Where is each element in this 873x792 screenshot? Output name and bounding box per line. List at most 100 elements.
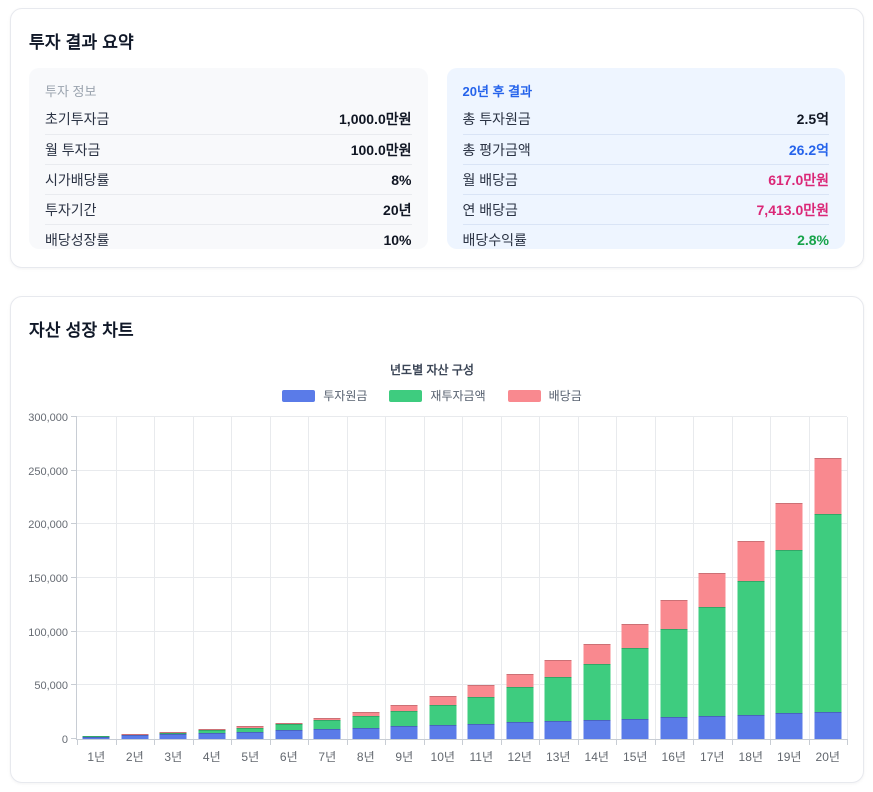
bar-column-19년[interactable] bbox=[776, 417, 803, 739]
bar-segment-재투자금액 bbox=[737, 581, 764, 715]
bar-column-5년[interactable] bbox=[237, 417, 264, 739]
bar-segment-투자원금 bbox=[352, 728, 379, 739]
bar-column-10년[interactable] bbox=[429, 417, 456, 739]
bar-column-8년[interactable] bbox=[352, 417, 379, 739]
x-axis-tick bbox=[385, 739, 386, 745]
bar-segment-배당금 bbox=[506, 674, 533, 687]
y-tick-label: 100,000 bbox=[8, 627, 68, 639]
y-tick-label: 150,000 bbox=[8, 573, 68, 585]
bar-segment-배당금 bbox=[737, 541, 764, 581]
bar-segment-투자원금 bbox=[737, 715, 764, 739]
gridline-vertical bbox=[578, 417, 579, 739]
row-label: 배당수익률 bbox=[463, 230, 527, 250]
gridline-vertical bbox=[424, 417, 425, 739]
legend-item-투자원금[interactable]: 투자원금 bbox=[282, 387, 367, 404]
bar-segment-투자원금 bbox=[545, 721, 572, 739]
chart-card: 자산 성장 차트 년도별 자산 구성 투자원금재투자금액배당금 050,0001… bbox=[10, 296, 864, 783]
bar-segment-투자원금 bbox=[198, 733, 225, 739]
summary-row: 시가배당률8% bbox=[45, 164, 412, 194]
bar-column-1년[interactable] bbox=[83, 417, 110, 739]
row-value: 2.8% bbox=[797, 232, 829, 248]
row-value: 7,413.0만원 bbox=[757, 200, 829, 220]
bar-column-15년[interactable] bbox=[622, 417, 649, 739]
x-axis-tick bbox=[539, 739, 540, 745]
x-tick-label: 20년 bbox=[816, 748, 840, 765]
x-axis-tick bbox=[231, 739, 232, 745]
gridline-vertical bbox=[539, 417, 540, 739]
gridline-vertical bbox=[847, 417, 848, 739]
x-tick-label: 15년 bbox=[623, 748, 647, 765]
row-value: 10% bbox=[383, 232, 411, 248]
x-tick-label: 2년 bbox=[126, 748, 144, 765]
summary-panels: 투자 정보 초기투자금1,000.0만원월 투자금100.0만원시가배당률8%투… bbox=[29, 68, 845, 249]
chart-section-title: 자산 성장 차트 bbox=[29, 316, 863, 341]
x-axis-tick bbox=[462, 739, 463, 745]
gridline-vertical bbox=[308, 417, 309, 739]
bar-segment-재투자금액 bbox=[545, 677, 572, 721]
bar-column-17년[interactable] bbox=[699, 417, 726, 739]
x-tick-label: 14년 bbox=[585, 748, 609, 765]
bar-segment-투자원금 bbox=[237, 732, 264, 740]
info-panel: 투자 정보 초기투자금1,000.0만원월 투자금100.0만원시가배당률8%투… bbox=[29, 68, 428, 249]
x-axis-tick bbox=[308, 739, 309, 745]
y-tick-label: 200,000 bbox=[8, 519, 68, 531]
bar-segment-투자원금 bbox=[583, 720, 610, 739]
bar-column-2년[interactable] bbox=[121, 417, 148, 739]
x-axis-tick bbox=[270, 739, 271, 745]
bar-segment-투자원금 bbox=[314, 729, 341, 739]
x-axis-tick bbox=[501, 739, 502, 745]
gridline-vertical bbox=[270, 417, 271, 739]
bar-segment-투자원금 bbox=[160, 734, 187, 739]
bar-segment-투자원금 bbox=[121, 735, 148, 739]
bar-segment-배당금 bbox=[814, 458, 841, 514]
bar-segment-투자원금 bbox=[275, 730, 302, 739]
bar-column-18년[interactable] bbox=[737, 417, 764, 739]
bar-column-11년[interactable] bbox=[468, 417, 495, 739]
row-value: 26.2억 bbox=[789, 140, 829, 160]
bar-segment-재투자금액 bbox=[429, 705, 456, 725]
bar-column-20년[interactable] bbox=[814, 417, 841, 739]
bar-segment-배당금 bbox=[660, 600, 687, 629]
row-label: 연 배당금 bbox=[463, 200, 518, 220]
bar-column-4년[interactable] bbox=[198, 417, 225, 739]
legend-item-재투자금액[interactable]: 재투자금액 bbox=[389, 387, 485, 404]
page-root: { "summary": { "title": "투자 결과 요약", "inf… bbox=[0, 0, 873, 792]
x-tick-label: 3년 bbox=[164, 748, 182, 765]
legend-label: 배당금 bbox=[549, 387, 582, 404]
bar-segment-재투자금액 bbox=[352, 716, 379, 728]
bar-column-13년[interactable] bbox=[545, 417, 572, 739]
legend-item-배당금[interactable]: 배당금 bbox=[508, 387, 582, 404]
bar-segment-배당금 bbox=[776, 503, 803, 550]
result-panel: 20년 후 결과 총 투자원금2.5억총 평가금액26.2억월 배당금617.0… bbox=[447, 68, 846, 249]
gridline-vertical bbox=[770, 417, 771, 739]
bar-column-6년[interactable] bbox=[275, 417, 302, 739]
row-label: 시가배당률 bbox=[45, 170, 109, 190]
x-axis-tick bbox=[424, 739, 425, 745]
legend-label: 투자원금 bbox=[323, 387, 367, 404]
x-tick-label: 19년 bbox=[777, 748, 801, 765]
bar-column-12년[interactable] bbox=[506, 417, 533, 739]
chart-title: 년도별 자산 구성 bbox=[11, 361, 853, 378]
bar-column-3년[interactable] bbox=[160, 417, 187, 739]
summary-row: 총 투자원금2.5억 bbox=[463, 104, 830, 134]
bar-column-7년[interactable] bbox=[314, 417, 341, 739]
bar-column-9년[interactable] bbox=[391, 417, 418, 739]
bar-segment-투자원금 bbox=[622, 719, 649, 739]
y-tick-label: 250,000 bbox=[8, 466, 68, 478]
bar-column-14년[interactable] bbox=[583, 417, 610, 739]
bar-segment-투자원금 bbox=[83, 737, 110, 739]
gridline-vertical bbox=[347, 417, 348, 739]
row-label: 월 투자금 bbox=[45, 140, 100, 160]
x-axis-tick bbox=[578, 739, 579, 745]
x-axis-tick bbox=[116, 739, 117, 745]
x-tick-label: 6년 bbox=[280, 748, 298, 765]
y-axis-tick bbox=[71, 523, 77, 524]
bar-segment-투자원금 bbox=[506, 722, 533, 739]
gridline-vertical bbox=[501, 417, 502, 739]
bar-segment-재투자금액 bbox=[776, 550, 803, 714]
x-axis-tick bbox=[193, 739, 194, 745]
summary-row: 총 평가금액26.2억 bbox=[463, 134, 830, 164]
bar-column-16년[interactable] bbox=[660, 417, 687, 739]
y-tick-label: 0 bbox=[8, 734, 68, 746]
x-tick-label: 5년 bbox=[241, 748, 259, 765]
